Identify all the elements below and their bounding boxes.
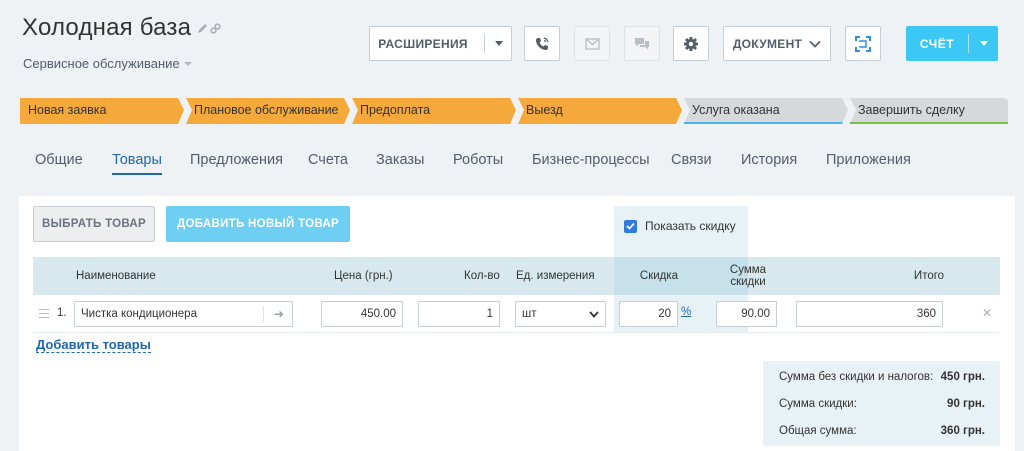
product-name-input[interactable]: Чистка кондиционера ➜ xyxy=(74,301,293,327)
stage-label: Новая заявка xyxy=(28,103,107,117)
category-label: Сервисное обслуживание xyxy=(23,56,180,71)
column-header-name: Наименование xyxy=(76,270,156,282)
stage-item[interactable]: Выезд xyxy=(518,96,684,124)
chat-icon xyxy=(635,37,649,49)
stage-label: Выезд xyxy=(526,103,563,117)
stage-label: Предоплата xyxy=(360,103,431,117)
link-icon[interactable] xyxy=(210,22,221,34)
product-name-value: Чистка кондиционера xyxy=(81,308,197,320)
phone-icon xyxy=(536,36,549,50)
chat-button[interactable] xyxy=(624,26,660,61)
delete-row-icon[interactable]: ✕ xyxy=(982,306,992,320)
chevron-down-icon xyxy=(809,40,821,48)
checkbox[interactable] xyxy=(624,219,637,233)
chevron-down-icon xyxy=(183,61,192,66)
chevron-down-icon[interactable] xyxy=(494,41,503,46)
discount-sum-input[interactable]: 90.00 xyxy=(716,301,777,327)
discount-input[interactable]: 20 xyxy=(619,301,678,327)
category-select[interactable]: Сервисное обслуживание xyxy=(23,56,192,71)
show-discount-label: Показать скидку xyxy=(645,219,736,233)
stage-label: Завершить сделку xyxy=(858,103,965,117)
email-button[interactable] xyxy=(574,26,610,61)
show-discount-toggle[interactable]: Показать скидку xyxy=(624,219,736,233)
discount-total-label: Сумма скидки: xyxy=(779,398,857,410)
stage-accent xyxy=(684,122,843,124)
tab-business-processes[interactable]: Бизнес-процессы xyxy=(532,152,650,168)
unit-select[interactable]: шт xyxy=(515,301,606,327)
stage-label: Услуга оказана xyxy=(692,103,780,117)
grand-total-row: Общая сумма: 360 грн. xyxy=(779,425,985,437)
subtotal-row: Сумма без скидки и налогов: 450 грн. xyxy=(779,371,985,383)
invoice-dropdown[interactable] xyxy=(969,41,998,46)
fullscreen-button[interactable] xyxy=(845,26,881,61)
tab-history[interactable]: История xyxy=(741,152,797,168)
call-button[interactable] xyxy=(524,26,560,61)
choose-product-button[interactable]: ВЫБРАТЬ ТОВАР xyxy=(33,206,155,242)
scan-icon xyxy=(855,35,871,52)
stage-accent xyxy=(850,122,1008,124)
arrow-right-icon[interactable]: ➜ xyxy=(274,307,284,321)
discount-total-row: Сумма скидки: 90 грн. xyxy=(779,398,985,410)
tab-robots[interactable]: Роботы xyxy=(453,152,503,168)
tab-general[interactable]: Общие xyxy=(35,152,83,168)
drag-handle-icon[interactable] xyxy=(39,309,49,321)
chevron-down-icon xyxy=(589,310,599,318)
unit-value: шт xyxy=(522,308,537,320)
tab-invoices[interactable]: Счета xyxy=(308,152,348,168)
chevron-down-icon xyxy=(979,41,988,46)
discount-total-value: 90 грн. xyxy=(947,398,985,410)
column-header-price: Цена (грн.) xyxy=(334,270,393,282)
mail-icon xyxy=(584,37,600,50)
grand-total-value: 360 грн. xyxy=(940,425,985,437)
column-header-qty: Кол-во xyxy=(464,270,500,282)
row-total-input[interactable]: 360 xyxy=(796,301,943,327)
extensions-button[interactable]: РАСШИРЕНИЯ xyxy=(369,26,512,61)
gear-icon xyxy=(684,36,698,51)
check-icon xyxy=(626,222,635,230)
stage-item[interactable]: Завершить сделку xyxy=(850,96,1016,124)
stage-item[interactable]: Плановое обслуживание xyxy=(186,96,352,124)
deal-title: Холодная база xyxy=(22,14,192,41)
document-button[interactable]: ДОКУМЕНТ xyxy=(723,26,831,61)
pencil-icon[interactable] xyxy=(197,23,208,34)
column-header-discount-sum-line1: Сумма xyxy=(729,264,767,276)
add-products-link[interactable]: Добавить товары xyxy=(36,337,151,353)
column-header-discount: Скидка xyxy=(639,270,679,282)
tab-links[interactable]: Связи xyxy=(671,152,712,168)
document-label: ДОКУМЕНТ xyxy=(732,36,803,51)
tab-offers[interactable]: Предложения xyxy=(190,152,283,168)
products-panel: ВЫБРАТЬ ТОВАР ДОБАВИТЬ НОВЫЙ ТОВАР Показ… xyxy=(19,196,1015,451)
column-header-unit: Ед. измерения xyxy=(516,270,595,282)
invoice-button[interactable]: СЧЁТ xyxy=(906,26,998,61)
row-number: 1. xyxy=(57,307,67,319)
page-title: Холодная база xyxy=(22,14,221,42)
totals-panel: Сумма без скидки и налогов: 450 грн. Сум… xyxy=(763,361,1000,446)
invoice-label: СЧЁТ xyxy=(919,36,955,51)
subtotal-label: Сумма без скидки и налогов: xyxy=(779,371,934,383)
tab-products[interactable]: Товары xyxy=(112,152,162,175)
price-input[interactable]: 450.00 xyxy=(321,301,403,327)
stage-item[interactable]: Предоплата xyxy=(352,96,518,124)
settings-button[interactable] xyxy=(673,26,709,61)
discount-type-switch[interactable]: % xyxy=(681,306,691,318)
stage-item[interactable]: Новая заявка xyxy=(20,96,186,124)
column-header-total: Итого xyxy=(913,270,945,282)
tab-apps[interactable]: Приложения xyxy=(826,152,911,168)
subtotal-value: 450 грн. xyxy=(940,371,985,383)
stage-label: Плановое обслуживание xyxy=(194,103,339,117)
tab-orders[interactable]: Заказы xyxy=(376,152,424,168)
grand-total-label: Общая сумма: xyxy=(779,425,857,437)
stage-item[interactable]: Услуга оказана xyxy=(684,96,850,124)
column-header-discount-sum-line2: скидки xyxy=(730,276,766,288)
quantity-input[interactable]: 1 xyxy=(418,301,500,327)
column-header-discount-sum: Сумма скидки xyxy=(709,257,787,295)
extensions-label: РАСШИРЕНИЯ xyxy=(378,36,468,51)
add-new-product-button[interactable]: ДОБАВИТЬ НОВЫЙ ТОВАР xyxy=(166,206,350,242)
